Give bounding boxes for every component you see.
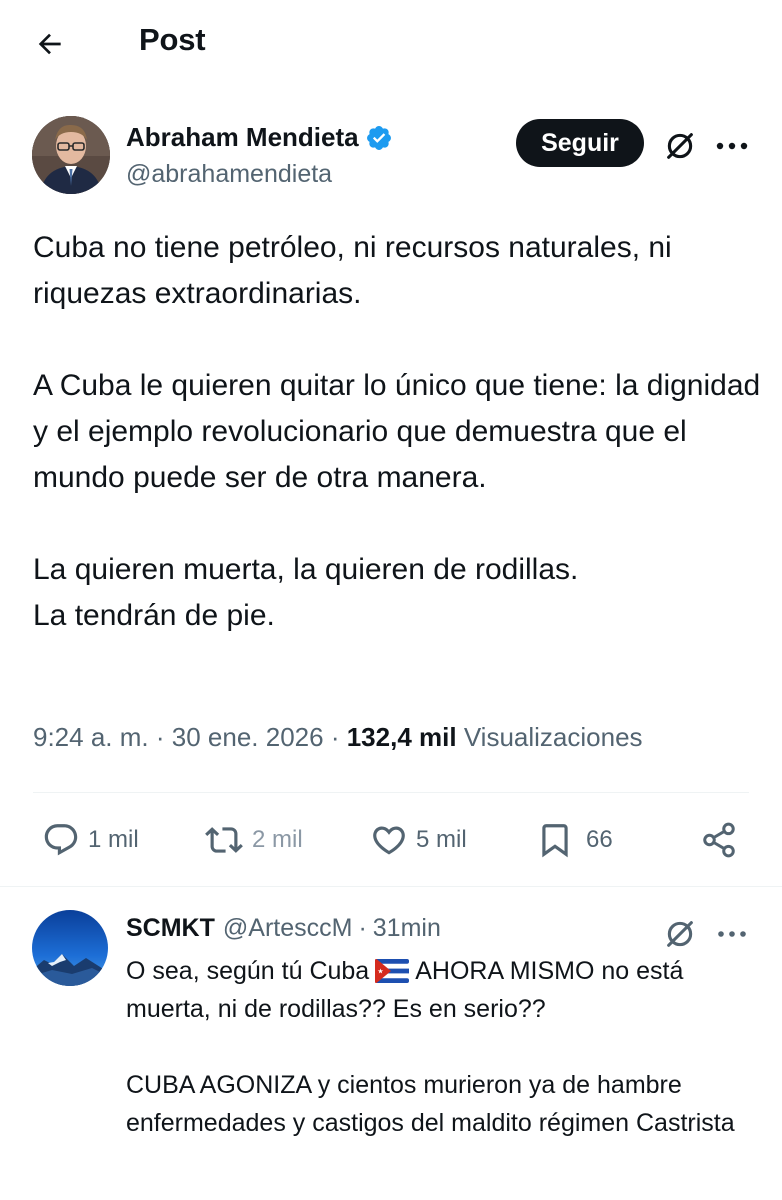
share-button[interactable] xyxy=(700,814,738,866)
reply-grok-button[interactable] xyxy=(660,914,700,954)
views-label: Visualizaciones xyxy=(463,722,643,752)
reply-more-options-button[interactable] xyxy=(710,914,754,954)
like-button[interactable]: 5 mil xyxy=(370,814,467,866)
like-count: 5 mil xyxy=(416,826,467,853)
bookmark-icon xyxy=(542,824,568,858)
author-avatar[interactable] xyxy=(32,116,110,194)
more-horizontal-icon xyxy=(718,931,746,937)
reply-author-handle[interactable]: @ArtesccM xyxy=(223,914,353,943)
meta-separator: · xyxy=(155,722,165,752)
back-button[interactable] xyxy=(30,24,70,64)
reply-icon xyxy=(44,824,78,856)
reply-paragraph: CUBA AGONIZA y cientos murieron ya de ha… xyxy=(126,1071,735,1137)
repost-button[interactable]: 2 mil xyxy=(204,814,303,866)
post-meta: 9:24 a. m. · 30 ene. 2026 · 132,4 mil Vi… xyxy=(33,722,643,753)
reply-paragraph: O sea, según tú Cuba AHORA MISMO no está… xyxy=(126,952,766,1028)
more-horizontal-icon xyxy=(716,142,748,150)
author-handle[interactable]: @abrahamendieta xyxy=(126,160,332,189)
post-time[interactable]: 9:24 a. m. xyxy=(33,722,149,752)
reply-post[interactable]: SCMKT @ArtesccM · 31min O sea, según tú … xyxy=(0,900,782,1200)
more-options-button[interactable] xyxy=(710,126,754,166)
meta-separator: · xyxy=(330,722,340,752)
post-date[interactable]: 30 ene. 2026 xyxy=(172,722,324,752)
post-paragraph: La tendrán de pie. xyxy=(33,599,275,632)
views-count[interactable]: 132,4 mil xyxy=(347,722,457,752)
reply-avatar[interactable] xyxy=(32,910,108,986)
reply-text-part: O sea, según tú Cuba xyxy=(126,957,370,985)
reply-text: O sea, según tú Cuba AHORA MISMO no está… xyxy=(126,952,766,1142)
post-text: Cuba no tiene petróleo, ni recursos natu… xyxy=(33,225,763,639)
arrow-left-icon xyxy=(38,33,61,55)
grok-icon xyxy=(667,921,693,947)
reply-author-name[interactable]: SCMKT xyxy=(126,914,215,943)
repost-count: 2 mil xyxy=(252,826,303,853)
post-paragraph: A Cuba le quieren quitar lo único que ti… xyxy=(33,369,761,494)
meta-separator: · xyxy=(358,914,367,942)
reply-count: 1 mil xyxy=(88,826,139,853)
grok-icon xyxy=(667,133,693,159)
verified-badge-icon xyxy=(365,124,393,152)
top-bar: Post xyxy=(0,0,782,88)
post-author: Abraham Mendieta @abrahamendieta Seguir xyxy=(0,112,782,202)
divider xyxy=(33,792,749,793)
author-name[interactable]: Abraham Mendieta xyxy=(126,122,359,153)
page-title: Post xyxy=(139,22,206,57)
repost-icon xyxy=(205,827,243,853)
bookmark-button[interactable]: 66 xyxy=(536,814,613,866)
reply-button[interactable]: 1 mil xyxy=(42,814,139,866)
post-actions: 1 mil 2 mil 5 mil 66 xyxy=(0,814,782,866)
post-paragraph: La quieren muerta, la quieren de rodilla… xyxy=(33,553,579,586)
divider xyxy=(0,886,782,887)
share-icon xyxy=(703,822,735,858)
post-paragraph: Cuba no tiene petróleo, ni recursos natu… xyxy=(33,231,672,310)
bookmark-count: 66 xyxy=(586,826,613,853)
reply-time[interactable]: 31min xyxy=(373,914,441,943)
grok-button[interactable] xyxy=(660,126,700,166)
heart-icon xyxy=(373,826,405,855)
follow-button[interactable]: Seguir xyxy=(516,119,644,167)
cuba-flag-icon xyxy=(375,959,410,983)
